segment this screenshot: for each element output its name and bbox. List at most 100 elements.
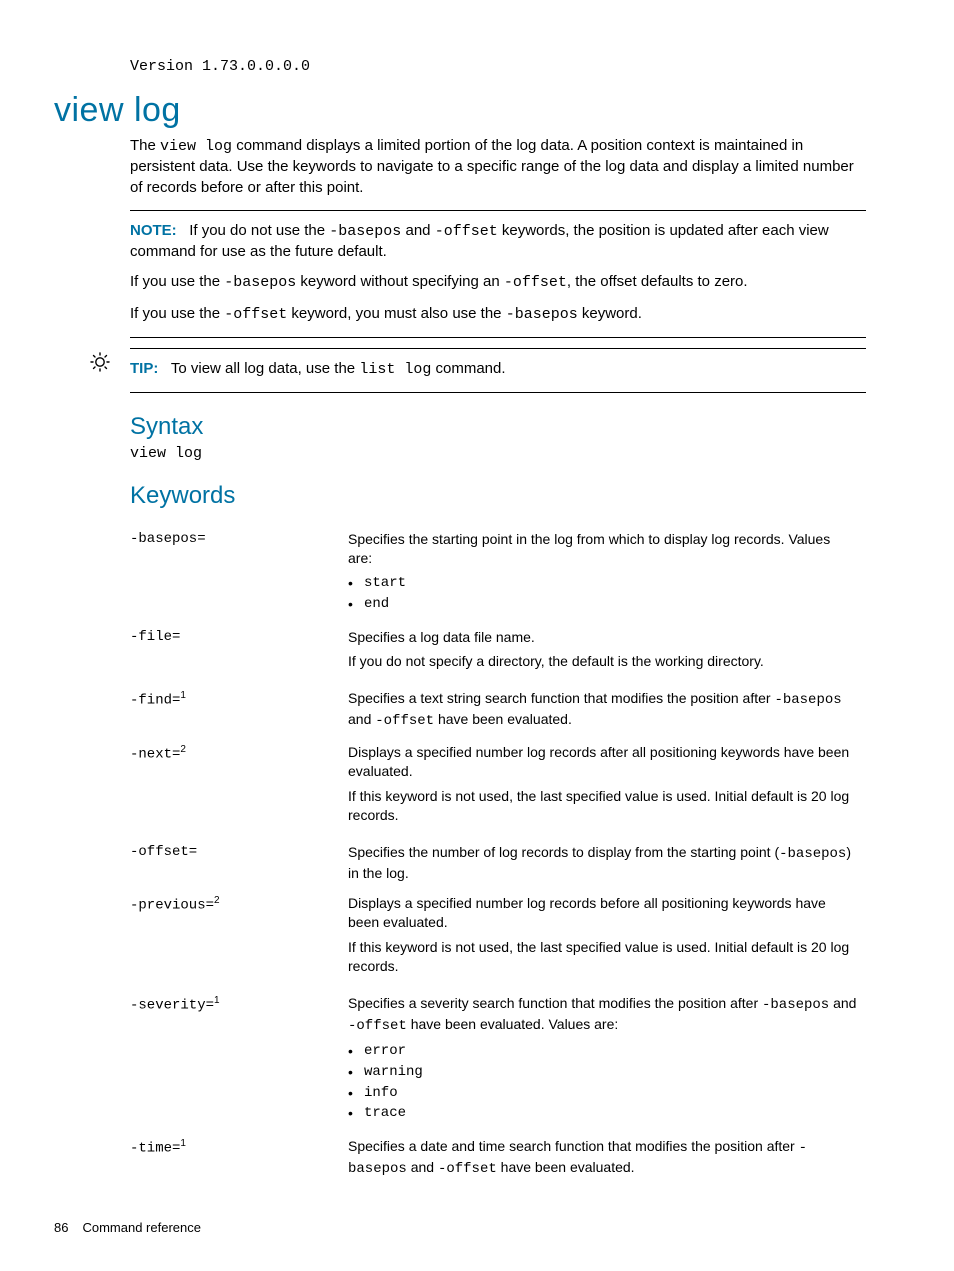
tip-label: TIP: <box>130 360 158 377</box>
text: To view all log data, use the <box>171 360 359 377</box>
superscript: 1 <box>180 690 186 701</box>
intro-paragraph: The view log command displays a limited … <box>130 136 866 198</box>
tip-body: TIP: To view all log data, use the list … <box>130 348 866 1185</box>
keyword-desc: Specifies a severity search function tha… <box>348 988 866 1131</box>
text: have been evaluated. <box>434 711 572 727</box>
text: If you use the <box>130 305 224 322</box>
table-row: -next=2 Displays a specified number log … <box>130 737 866 837</box>
table-row: -offset= Specifies the number of log rec… <box>130 837 866 889</box>
list-item: start <box>348 574 858 593</box>
text: If you do not use the <box>189 222 329 239</box>
text: Specifies a severity search function tha… <box>348 995 762 1011</box>
text-wrap: Specifies a severity search function tha… <box>348 994 858 1036</box>
text: Specifies the number of log records to d… <box>348 844 779 860</box>
divider <box>130 348 866 349</box>
note-line-3: If you use the -offset keyword, you must… <box>130 304 866 325</box>
inline-code: view log <box>160 138 232 155</box>
keyword-name: -severity=1 <box>130 988 348 1131</box>
page-title: view log <box>54 91 866 130</box>
divider <box>130 210 866 211</box>
code: -next= <box>130 747 180 763</box>
keyword-desc: Displays a specified number log records … <box>348 737 866 837</box>
keyword-desc: Specifies the starting point in the log … <box>348 524 866 622</box>
text: Displays a specified number log records … <box>348 894 858 932</box>
inline-code: -offset <box>224 306 287 323</box>
keyword-name: -previous=2 <box>130 888 348 988</box>
text: keyword. <box>578 305 642 322</box>
list-item: error <box>348 1042 858 1061</box>
inline-code: -basepos <box>506 306 578 323</box>
text: keyword, you must also use the <box>287 305 505 322</box>
text: Specifies the starting point in the log … <box>348 530 858 568</box>
value-list: start end <box>348 574 858 614</box>
keyword-desc: Specifies a log data file name. If you d… <box>348 622 866 684</box>
keyword-desc: Specifies a text string search function … <box>348 683 866 737</box>
code: -severity= <box>130 998 214 1014</box>
text: command displays a limited portion of th… <box>130 137 854 196</box>
text: If this keyword is not used, the last sp… <box>348 938 858 976</box>
tip-text: TIP: To view all log data, use the list … <box>130 359 866 380</box>
list-item: end <box>348 595 858 614</box>
text: have been evaluated. <box>497 1159 635 1175</box>
inline-code: list log <box>359 361 431 378</box>
inline-code: -offset <box>375 713 434 729</box>
keyword-name: -next=2 <box>130 737 348 837</box>
inline-code: -basepos <box>329 223 401 240</box>
page-number: 86 <box>54 1220 68 1235</box>
table-row: -previous=2 Displays a specified number … <box>130 888 866 988</box>
keyword-desc: Displays a specified number log records … <box>348 888 866 988</box>
table-row: -file= Specifies a log data file name. I… <box>130 622 866 684</box>
text: Specifies a date and time search functio… <box>348 1138 799 1154</box>
inline-code: -offset <box>348 1018 407 1034</box>
text: Specifies a log data file name. <box>348 628 858 647</box>
superscript: 1 <box>214 995 220 1006</box>
note-label: NOTE: <box>130 222 177 239</box>
text: keyword without specifying an <box>296 273 504 290</box>
text: If this keyword is not used, the last sp… <box>348 787 858 825</box>
note-line-2: If you use the -basepos keyword without … <box>130 272 866 293</box>
page: Version 1.73.0.0.0.0 view log The view l… <box>0 0 954 1271</box>
superscript: 2 <box>214 895 220 906</box>
text: and <box>348 711 375 727</box>
keyword-name: -basepos= <box>130 524 348 622</box>
tip-row: TIP: To view all log data, use the list … <box>88 348 866 1185</box>
note-line-1: NOTE: If you do not use the -basepos and… <box>130 221 866 263</box>
inline-code: -offset <box>438 1161 497 1177</box>
inline-code: -offset <box>435 223 498 240</box>
inline-code: -offset <box>504 274 567 291</box>
inline-code: -basepos <box>779 846 846 862</box>
keywords-heading: Keywords <box>130 482 866 510</box>
list-item: warning <box>348 1063 858 1082</box>
inline-code: -basepos <box>762 997 829 1013</box>
table-row: -severity=1 Specifies a severity search … <box>130 988 866 1131</box>
list-item: trace <box>348 1104 858 1123</box>
text: Specifies a text string search function … <box>348 690 774 706</box>
syntax-heading: Syntax <box>130 413 866 441</box>
text: Displays a specified number log records … <box>348 743 858 781</box>
code: -previous= <box>130 898 214 914</box>
table-row: -time=1 Specifies a date and time search… <box>130 1131 866 1185</box>
divider <box>130 392 866 393</box>
keyword-desc: Specifies the number of log records to d… <box>348 837 866 889</box>
inline-code: -basepos <box>774 692 841 708</box>
table-row: -find=1 Specifies a text string search f… <box>130 683 866 737</box>
version-line: Version 1.73.0.0.0.0 <box>130 58 866 75</box>
code: -find= <box>130 693 180 709</box>
text: and <box>407 1159 438 1175</box>
lightbulb-icon <box>88 350 116 379</box>
divider <box>130 337 866 338</box>
keyword-name: -find=1 <box>130 683 348 737</box>
table-row: -basepos= Specifies the starting point i… <box>130 524 866 622</box>
inline-code: -basepos <box>224 274 296 291</box>
footer-title: Command reference <box>82 1220 201 1235</box>
content-body: The view log command displays a limited … <box>130 136 866 338</box>
list-item: info <box>348 1084 858 1103</box>
code: -time= <box>130 1141 180 1157</box>
page-footer: 86 Command reference <box>54 1220 201 1235</box>
keywords-table: -basepos= Specifies the starting point i… <box>130 524 866 1185</box>
superscript: 1 <box>180 1138 186 1149</box>
text: and <box>401 222 434 239</box>
keyword-name: -file= <box>130 622 348 684</box>
keyword-desc: Specifies a date and time search functio… <box>348 1131 866 1185</box>
text: command. <box>431 360 505 377</box>
